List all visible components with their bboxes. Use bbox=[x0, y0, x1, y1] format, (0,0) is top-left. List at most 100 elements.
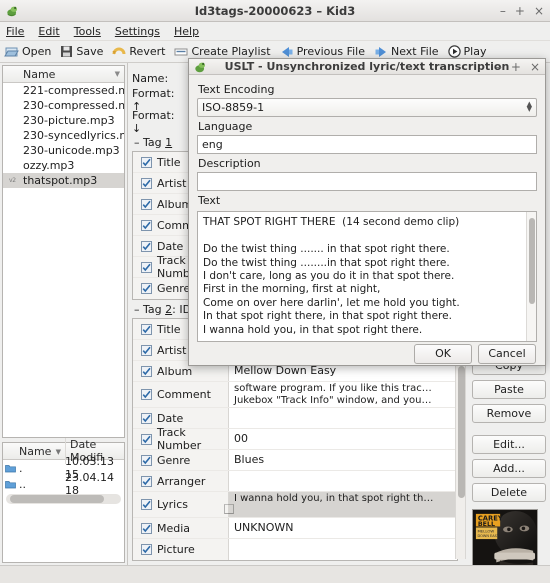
menu-tools[interactable]: Tools bbox=[74, 25, 101, 38]
menu-edit[interactable]: Edit bbox=[38, 25, 59, 38]
description-input[interactable] bbox=[197, 172, 537, 192]
spinner-arrows-icon[interactable]: ▲ ▼ bbox=[527, 101, 532, 113]
toolbar-open-button[interactable]: Open bbox=[4, 45, 51, 59]
text-encoding-select[interactable]: ISO-8859-1 ▲ ▼ bbox=[197, 98, 537, 118]
close-button[interactable]: × bbox=[534, 5, 544, 17]
tag2-value-arranger[interactable] bbox=[229, 471, 457, 491]
checkbox-checked-icon[interactable] bbox=[141, 323, 152, 335]
tag2-field-track-number[interactable]: Track Number bbox=[133, 426, 229, 452]
tag2-field-arranger[interactable]: Arranger bbox=[133, 471, 229, 491]
remove-button[interactable]: Remove bbox=[472, 404, 546, 423]
tag2-value-media[interactable]: UNKNOWN bbox=[229, 518, 457, 538]
tag2-value-comment[interactable]: software program. If you like this trac…… bbox=[229, 382, 457, 407]
toolbar-next-file-button[interactable]: Next File bbox=[374, 45, 439, 58]
statusbar bbox=[0, 565, 550, 583]
tag2-field-genre-label: Genre bbox=[157, 453, 191, 467]
tag2-field-comment[interactable]: Comment bbox=[133, 382, 229, 407]
dir-column-name[interactable]: Name ▼ bbox=[3, 445, 65, 458]
tag2-value-genre[interactable]: Blues bbox=[229, 450, 457, 470]
table-row[interactable]: Genre Blues bbox=[133, 450, 457, 471]
tag2-field-lyrics[interactable]: Lyrics bbox=[133, 492, 229, 517]
checkbox-checked-icon[interactable] bbox=[141, 156, 152, 168]
dir-column-name-label: Name bbox=[19, 444, 52, 458]
tag1-collapse-icon[interactable]: – bbox=[134, 136, 140, 149]
lyrics-textarea[interactable]: THAT SPOT RIGHT THERE (14 second demo cl… bbox=[198, 212, 526, 341]
table-row[interactable]: Track Number 00 bbox=[133, 426, 457, 452]
toolbar-revert-button[interactable]: Revert bbox=[112, 45, 165, 58]
list-item[interactable]: 230-syncedlyrics.mp3 bbox=[3, 128, 124, 143]
edit-button[interactable]: Edit... bbox=[472, 435, 546, 454]
table-row[interactable]: .. 23.04.14 18 bbox=[3, 471, 124, 497]
maximize-button[interactable]: + bbox=[515, 5, 525, 17]
tag2-value-date[interactable] bbox=[229, 408, 457, 428]
cancel-button[interactable]: Cancel bbox=[478, 343, 536, 364]
lyrics-vertical-scrollbar[interactable] bbox=[526, 212, 536, 342]
list-item[interactable]: 230-compressed.mp3 bbox=[3, 98, 124, 113]
dialog-footer: OK Cancel bbox=[189, 342, 545, 365]
checkbox-checked-icon[interactable] bbox=[141, 412, 152, 424]
tag2-value-track-number[interactable]: 00 bbox=[229, 429, 457, 449]
table-row[interactable]: Lyrics I wanna hold you, in that spot ri… bbox=[133, 492, 457, 518]
list-item[interactable]: 230-unicode.mp3 bbox=[3, 143, 124, 158]
menu-help[interactable]: Help bbox=[174, 25, 199, 38]
checkbox-checked-icon[interactable] bbox=[141, 240, 152, 252]
toolbar-create-playlist-button[interactable]: Create Playlist bbox=[174, 45, 271, 58]
list-item[interactable]: 221-compressed.mp3 bbox=[3, 83, 124, 98]
toolbar-play-button[interactable]: Play bbox=[447, 45, 486, 58]
checkbox-checked-icon[interactable] bbox=[141, 177, 152, 189]
checkbox-checked-icon[interactable] bbox=[141, 261, 152, 273]
add-button[interactable]: Add... bbox=[472, 459, 546, 478]
table-row[interactable]: Comment software program. If you like th… bbox=[133, 382, 457, 408]
table-row[interactable]: Arranger bbox=[133, 471, 457, 492]
checkbox-checked-icon[interactable] bbox=[141, 433, 152, 445]
menu-settings[interactable]: Settings bbox=[115, 25, 160, 38]
checkbox-checked-icon[interactable] bbox=[141, 454, 152, 466]
menubar: File Edit Tools Settings Help bbox=[0, 22, 550, 41]
table-row[interactable]: Picture bbox=[133, 539, 457, 560]
list-item-selected[interactable]: v2 thatspot.mp3 bbox=[3, 173, 124, 188]
tag2-field-media[interactable]: Media bbox=[133, 518, 229, 538]
language-label: Language bbox=[198, 120, 253, 134]
tag2-collapse-icon[interactable]: – bbox=[134, 303, 140, 316]
checkbox-checked-icon[interactable] bbox=[141, 344, 152, 356]
tag2-field-picture[interactable]: Picture bbox=[133, 539, 229, 560]
file-list-header[interactable]: Name ▼ bbox=[3, 66, 124, 83]
tag2-vertical-scrollbar[interactable] bbox=[455, 360, 466, 559]
menu-file[interactable]: File bbox=[6, 25, 24, 38]
revert-arrow-icon bbox=[112, 47, 126, 55]
ok-button[interactable]: OK bbox=[414, 343, 472, 364]
table-row[interactable]: Media UNKNOWN bbox=[133, 518, 457, 539]
toolbar-save-button[interactable]: Save bbox=[60, 45, 103, 58]
delete-button[interactable]: Delete bbox=[472, 483, 546, 502]
language-input[interactable]: eng bbox=[197, 135, 537, 155]
dialog-close-button[interactable]: × bbox=[530, 61, 540, 73]
album-cover-thumbnail[interactable]: CAREY BELL MELLOW DOWN EASY bbox=[472, 509, 538, 565]
tag1-field-title-label: Title bbox=[157, 155, 181, 169]
dialog-maximize-button[interactable]: + bbox=[511, 61, 521, 73]
checkbox-checked-icon[interactable] bbox=[141, 283, 152, 294]
tag2-value-picture[interactable] bbox=[229, 539, 457, 560]
minimize-button[interactable]: – bbox=[500, 5, 506, 17]
checkbox-checked-icon[interactable] bbox=[141, 198, 152, 210]
toolbar-previous-file-button[interactable]: Previous File bbox=[280, 45, 365, 58]
horizontal-scrollbar[interactable] bbox=[6, 494, 121, 504]
dialog-minimize-button[interactable]: – bbox=[496, 61, 502, 73]
directory-list[interactable]: Name ▼ Date Modifi . 10.03.13 15 .. 23.0… bbox=[2, 438, 125, 563]
checkbox-checked-icon[interactable] bbox=[141, 544, 152, 555]
checkbox-checked-icon[interactable] bbox=[141, 522, 152, 534]
checkbox-checked-icon[interactable] bbox=[141, 499, 152, 510]
checkbox-checked-icon[interactable] bbox=[141, 475, 152, 487]
checkbox-checked-icon[interactable] bbox=[141, 219, 152, 231]
list-item[interactable]: 230-picture.mp3 bbox=[3, 113, 124, 128]
menu-file-label: File bbox=[6, 24, 25, 38]
tag2-field-genre[interactable]: Genre bbox=[133, 450, 229, 470]
tag2-field-title-label: Title bbox=[157, 322, 181, 336]
tag2-field-date[interactable]: Date bbox=[133, 408, 229, 428]
tag2-value-lyrics[interactable]: I wanna hold you, in that spot right th…… bbox=[229, 492, 457, 517]
list-item[interactable]: ozzy.mp3 bbox=[3, 158, 124, 173]
format-down-label: Format: ↓ bbox=[132, 109, 175, 135]
checkbox-checked-icon[interactable] bbox=[141, 365, 152, 377]
paste-button[interactable]: Paste bbox=[472, 380, 546, 399]
file-list[interactable]: Name ▼ 221-compressed.mp3 230-compressed… bbox=[2, 65, 125, 438]
checkbox-checked-icon[interactable] bbox=[141, 389, 152, 400]
